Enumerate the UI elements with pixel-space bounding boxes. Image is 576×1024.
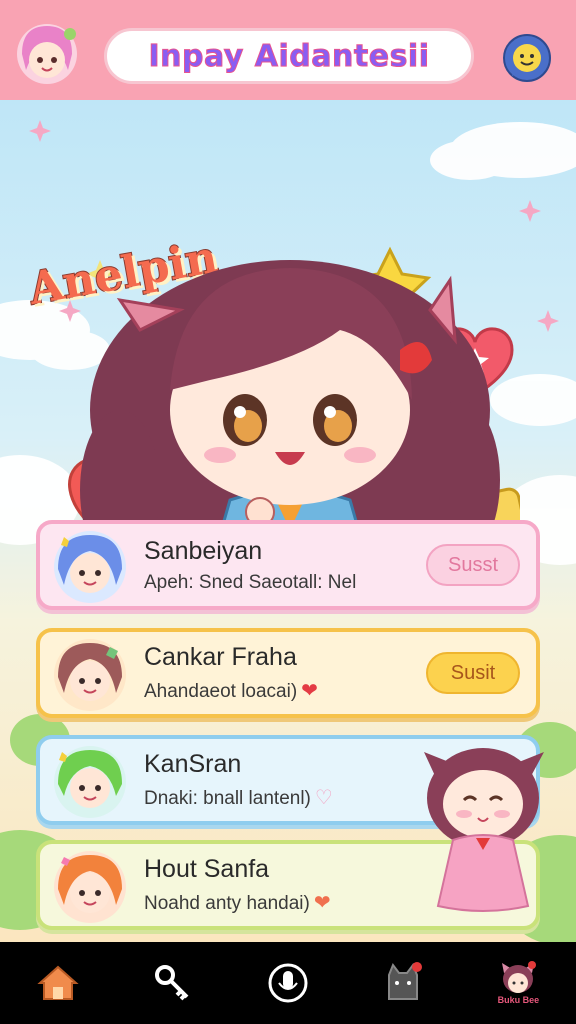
chibi-girl-pink-dress-icon <box>424 748 544 912</box>
item-subtitle: Noahd anty handai) <box>144 893 310 914</box>
heart-icon[interactable]: ❤ <box>314 890 331 915</box>
app-header: Inpay Aidantesii <box>0 0 576 100</box>
item-name: Sanbeiyan <box>144 536 263 565</box>
orange-hair-girl-avatar-icon <box>54 851 126 923</box>
blue-hair-girl-avatar-icon <box>54 531 126 603</box>
nav-home[interactable] <box>28 953 88 1013</box>
list-item[interactable]: Sanbeiyan Apeh: Sned Saeotall: Nel Susst <box>36 520 540 610</box>
home-icon <box>36 965 79 1000</box>
item-subtitle: Dnaki: bnall lantenl) <box>144 788 311 809</box>
green-hair-boy-avatar-icon <box>54 746 126 818</box>
nav-mic[interactable] <box>258 953 318 1013</box>
heart-icon[interactable]: ❤ <box>301 678 318 703</box>
profile-icon <box>502 961 537 993</box>
nav-cat[interactable] <box>373 953 433 1013</box>
item-subtitle: Apeh: Sned Saeotall: Nel <box>144 571 357 593</box>
list-item[interactable]: Cankar Fraha Ahandaeot loacai) ❤ Susit <box>36 628 540 718</box>
app-title: Inpay Aidantesii <box>148 38 430 74</box>
microphone-icon <box>268 963 308 1003</box>
item-subtitle: Ahandaeot loacai) <box>144 681 298 702</box>
item-action-button[interactable]: Susit <box>426 652 520 694</box>
bottom-nav: Buku Bee <box>0 942 576 1024</box>
brown-hair-girl-avatar-icon <box>54 639 126 711</box>
nav-profile[interactable]: Buku Bee <box>488 953 548 1013</box>
chibi-girl-avatar-icon[interactable] <box>12 18 82 88</box>
item-name: Cankar Fraha <box>144 643 297 671</box>
profile-badge: Buku Bee <box>497 995 540 1005</box>
chat-bubble-icon[interactable] <box>500 32 554 86</box>
nav-key[interactable] <box>143 953 203 1013</box>
cat-icon <box>388 962 423 1000</box>
item-action-button[interactable]: Susst <box>426 544 520 586</box>
key-icon <box>154 965 189 1001</box>
heart-outline-icon[interactable]: ♡ <box>315 785 333 810</box>
app-title-pill: Inpay Aidantesii <box>104 28 474 84</box>
